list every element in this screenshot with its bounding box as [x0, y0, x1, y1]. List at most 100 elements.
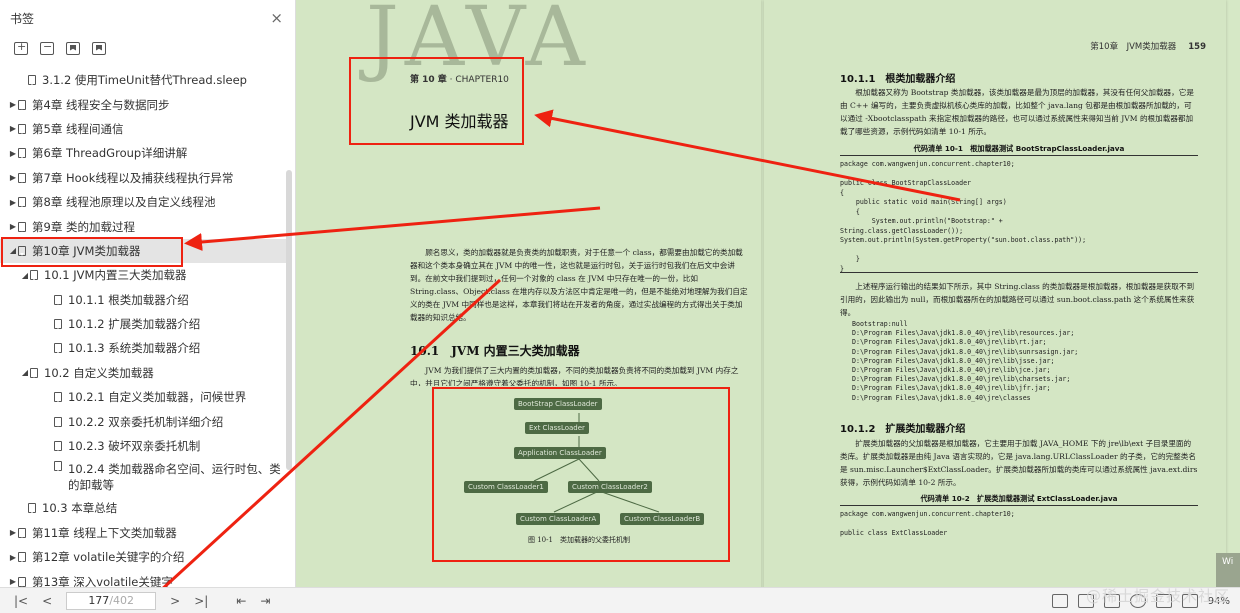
listing-caption-2: 代码清单 10-2 扩展类加载器测试 ExtClassLoader.java — [920, 494, 1118, 503]
toc-item-label: 第11章 线程上下文类加载器 — [32, 525, 177, 540]
expand-arrow-icon[interactable]: ▶ — [8, 577, 18, 586]
figure-caption: 图 10-1 类加载器的父委托机制 — [528, 536, 630, 544]
expand-arrow-icon[interactable]: ▶ — [8, 124, 18, 133]
toc-item-label: 第4章 线程安全与数据同步 — [32, 97, 170, 112]
toc-item-label: 第10章 JVM类加载器 — [32, 243, 141, 258]
bookmark-icon — [18, 172, 26, 183]
bookmark-icon — [18, 552, 26, 563]
toc-item-label: 10.2.1 自定义类加载器，问候世界 — [68, 390, 247, 405]
toc-item[interactable]: 3.1.2 使用TimeUnit替代Thread.sleep — [0, 68, 286, 92]
bookmark-icon — [18, 197, 26, 208]
sidebar-scrollbar[interactable] — [286, 170, 292, 470]
eye-icon[interactable] — [1051, 594, 1068, 608]
toc-item[interactable]: 10.2.3 破坏双亲委托机制 — [0, 434, 286, 458]
expand-arrow-icon[interactable]: ▶ — [8, 198, 18, 207]
section-heading: 10.1 JVM 内置三大类加载器 — [410, 344, 580, 358]
running-head: 第10章 JVM类加载器 159 — [1090, 40, 1206, 52]
toc-item[interactable]: 10.2.1 自定义类加载器，问候世界 — [0, 385, 286, 409]
node-customB: Custom ClassLoaderB — [620, 513, 705, 525]
toc-item[interactable]: ▶ 第4章 线程安全与数据同步 — [0, 92, 286, 116]
bookmark-icon — [28, 503, 36, 514]
toc-item-label: 10.2.4 类加载器命名空间、运行时包、类的卸载等 — [68, 462, 281, 493]
intro-paragraph: 顾名思义，类的加载器就是负责类的加载职责，对于任意一个 class，都需要由加载… — [410, 248, 748, 322]
toc-item-label: 3.1.2 使用TimeUnit替代Thread.sleep — [42, 73, 247, 88]
paragraph-1: 根加载器又称为 Bootstrap 类加载器，该类加载器是最为顶层的加载器，其没… — [840, 88, 1194, 136]
expand-arrow-icon[interactable]: ▶ — [8, 528, 18, 537]
node-custom1: Custom ClassLoader1 — [464, 481, 548, 493]
toc-item-label: 第5章 线程间通信 — [32, 121, 124, 136]
bookmark-icon — [30, 367, 38, 378]
expand-arrow-icon[interactable]: ▶ — [8, 553, 18, 562]
bookmark-icon — [18, 148, 26, 159]
toc-item[interactable]: ▶ 第9章 类的加载过程 — [0, 214, 286, 238]
toc-item-label: 10.1.1 根类加载器介绍 — [68, 292, 189, 307]
toc-item-label: 第9章 类的加载过程 — [32, 219, 135, 234]
table-of-contents: 3.1.2 使用TimeUnit替代Thread.sleep ▶ 第4章 线程安全与… — [0, 68, 286, 594]
expand-arrow-icon[interactable]: ▶ — [8, 149, 18, 158]
toc-item[interactable]: 10.1.1 根类加载器介绍 — [0, 288, 286, 312]
page-number-input[interactable]: 177/402 — [66, 591, 157, 610]
bookmark-toolbar — [0, 36, 295, 60]
running-head-title: 第10章 JVM类加载器 — [1090, 42, 1177, 52]
toc-item[interactable]: ▶ 第11章 线程上下文类加载器 — [0, 521, 286, 545]
bookmarks-panel: 书签 × 3.1.2 使用TimeUnit替代Thread.sleep ▶ 第4章 … — [0, 0, 296, 589]
next-view-icon[interactable]: ⇥ — [260, 594, 270, 608]
bookmark-icon — [54, 441, 62, 452]
section-paragraph: JVM 为我们提供了三大内置的类加载器，不同的类加载器负责将不同的类加载到 JV… — [410, 366, 739, 386]
toc-item-label: 10.3 本章总结 — [42, 501, 118, 516]
toc-item-label: 10.1 JVM内置三大类加载器 — [44, 268, 187, 283]
prev-page-icon[interactable]: < — [42, 594, 52, 608]
toc-item[interactable]: ▶ 第12章 volatile关键字的介绍 — [0, 545, 286, 569]
bookmark-icon — [54, 319, 62, 330]
brand-watermark: @稀土掘金技术社区 — [1085, 587, 1230, 605]
expand-arrow-icon[interactable]: ▶ — [8, 100, 18, 109]
expand-all-icon[interactable] — [14, 40, 28, 55]
collapse-all-icon[interactable] — [40, 40, 54, 55]
bookmarks-header: 书签 × — [0, 0, 295, 36]
toc-item-label: 第6章 ThreadGroup详细讲解 — [32, 146, 188, 161]
toc-item[interactable]: 10.2.2 双亲委托机制详细介绍 — [0, 409, 286, 433]
last-page-icon[interactable]: >| — [194, 594, 208, 608]
toc-item-label: 第7章 Hook线程以及捕获线程执行异常 — [32, 170, 234, 185]
floating-action-button[interactable]: Wi — [1216, 553, 1240, 587]
collapse-arrow-icon[interactable]: ◢ — [20, 271, 30, 280]
toc-item[interactable]: ◢ 10.1 JVM内置三大类加载器 — [0, 263, 286, 287]
toc-item-label: 10.2.3 破坏双亲委托机制 — [68, 439, 201, 454]
bookmark-icon — [54, 343, 62, 354]
add-bookmark-icon[interactable] — [66, 41, 80, 55]
bookmark-icon — [54, 392, 62, 403]
expand-arrow-icon[interactable]: ▶ — [8, 222, 18, 231]
toc-item[interactable]: ▶ 第6章 ThreadGroup详细讲解 — [0, 141, 286, 165]
code-listing-1: package com.wangwenjun.concurrent.chapte… — [840, 155, 1198, 273]
total-pages: /402 — [109, 593, 135, 607]
document-view[interactable]: JAVA 第 10 章 · CHAPTER10 JVM 类加载器 顾名思义，类的… — [296, 0, 1240, 587]
collapse-arrow-icon[interactable]: ◢ — [20, 368, 30, 377]
toc-item[interactable]: ▶ 第8章 线程池原理以及自定义线程池 — [0, 190, 286, 214]
subsection-heading-2: 10.1.2 扩展类加载器介绍 — [840, 424, 966, 435]
toc-item[interactable]: ◢ 10.2 自定义类加载器 — [0, 361, 286, 385]
subsection-heading-1: 10.1.1 根类加载器介绍 — [840, 74, 956, 85]
close-icon[interactable]: × — [270, 9, 283, 27]
toc-item[interactable]: 10.2.4 类加载器命名空间、运行时包、类的卸载等 — [0, 458, 286, 496]
bookmarks-title: 书签 — [10, 11, 35, 26]
toc-item[interactable]: 10.1.2 扩展类加载器介绍 — [0, 312, 286, 336]
program-output: Bootstrap:null D:\Program Files\Java\jdk… — [852, 320, 1079, 402]
code-listing-2: package com.wangwenjun.concurrent.chapte… — [840, 505, 1198, 539]
bookmark-icon[interactable] — [92, 41, 106, 55]
toc-item-label: 第12章 volatile关键字的介绍 — [32, 550, 185, 565]
toc-item[interactable]: ▶ 第7章 Hook线程以及捕获线程执行异常 — [0, 166, 286, 190]
next-page-icon[interactable]: > — [170, 594, 180, 608]
toc-item[interactable]: ▶ 第5章 线程间通信 — [0, 117, 286, 141]
toc-item-label: 10.2.2 双亲委托机制详细介绍 — [68, 414, 224, 429]
expand-arrow-icon[interactable]: ▶ — [8, 173, 18, 182]
previous-view-icon[interactable]: ⇤ — [236, 594, 246, 608]
toc-item[interactable]: ◢ 第10章 JVM类加载器 — [0, 238, 286, 264]
collapse-arrow-icon[interactable]: ◢ — [8, 246, 18, 255]
toc-item-label: 10.1.2 扩展类加载器介绍 — [68, 317, 201, 332]
listing-caption-1: 代码清单 10-1 根加载器测试 BootStrapClassLoader.ja… — [913, 144, 1125, 153]
toc-item[interactable]: 10.1.3 系统类加载器介绍 — [0, 336, 286, 360]
toc-item[interactable]: 10.3 本章总结 — [0, 496, 286, 520]
paragraph-2: 上述程序运行输出的结果如下所示，其中 String.class 的类加载器是根加… — [840, 282, 1195, 317]
first-page-icon[interactable]: |< — [14, 594, 28, 608]
page-number: 159 — [1188, 42, 1206, 52]
